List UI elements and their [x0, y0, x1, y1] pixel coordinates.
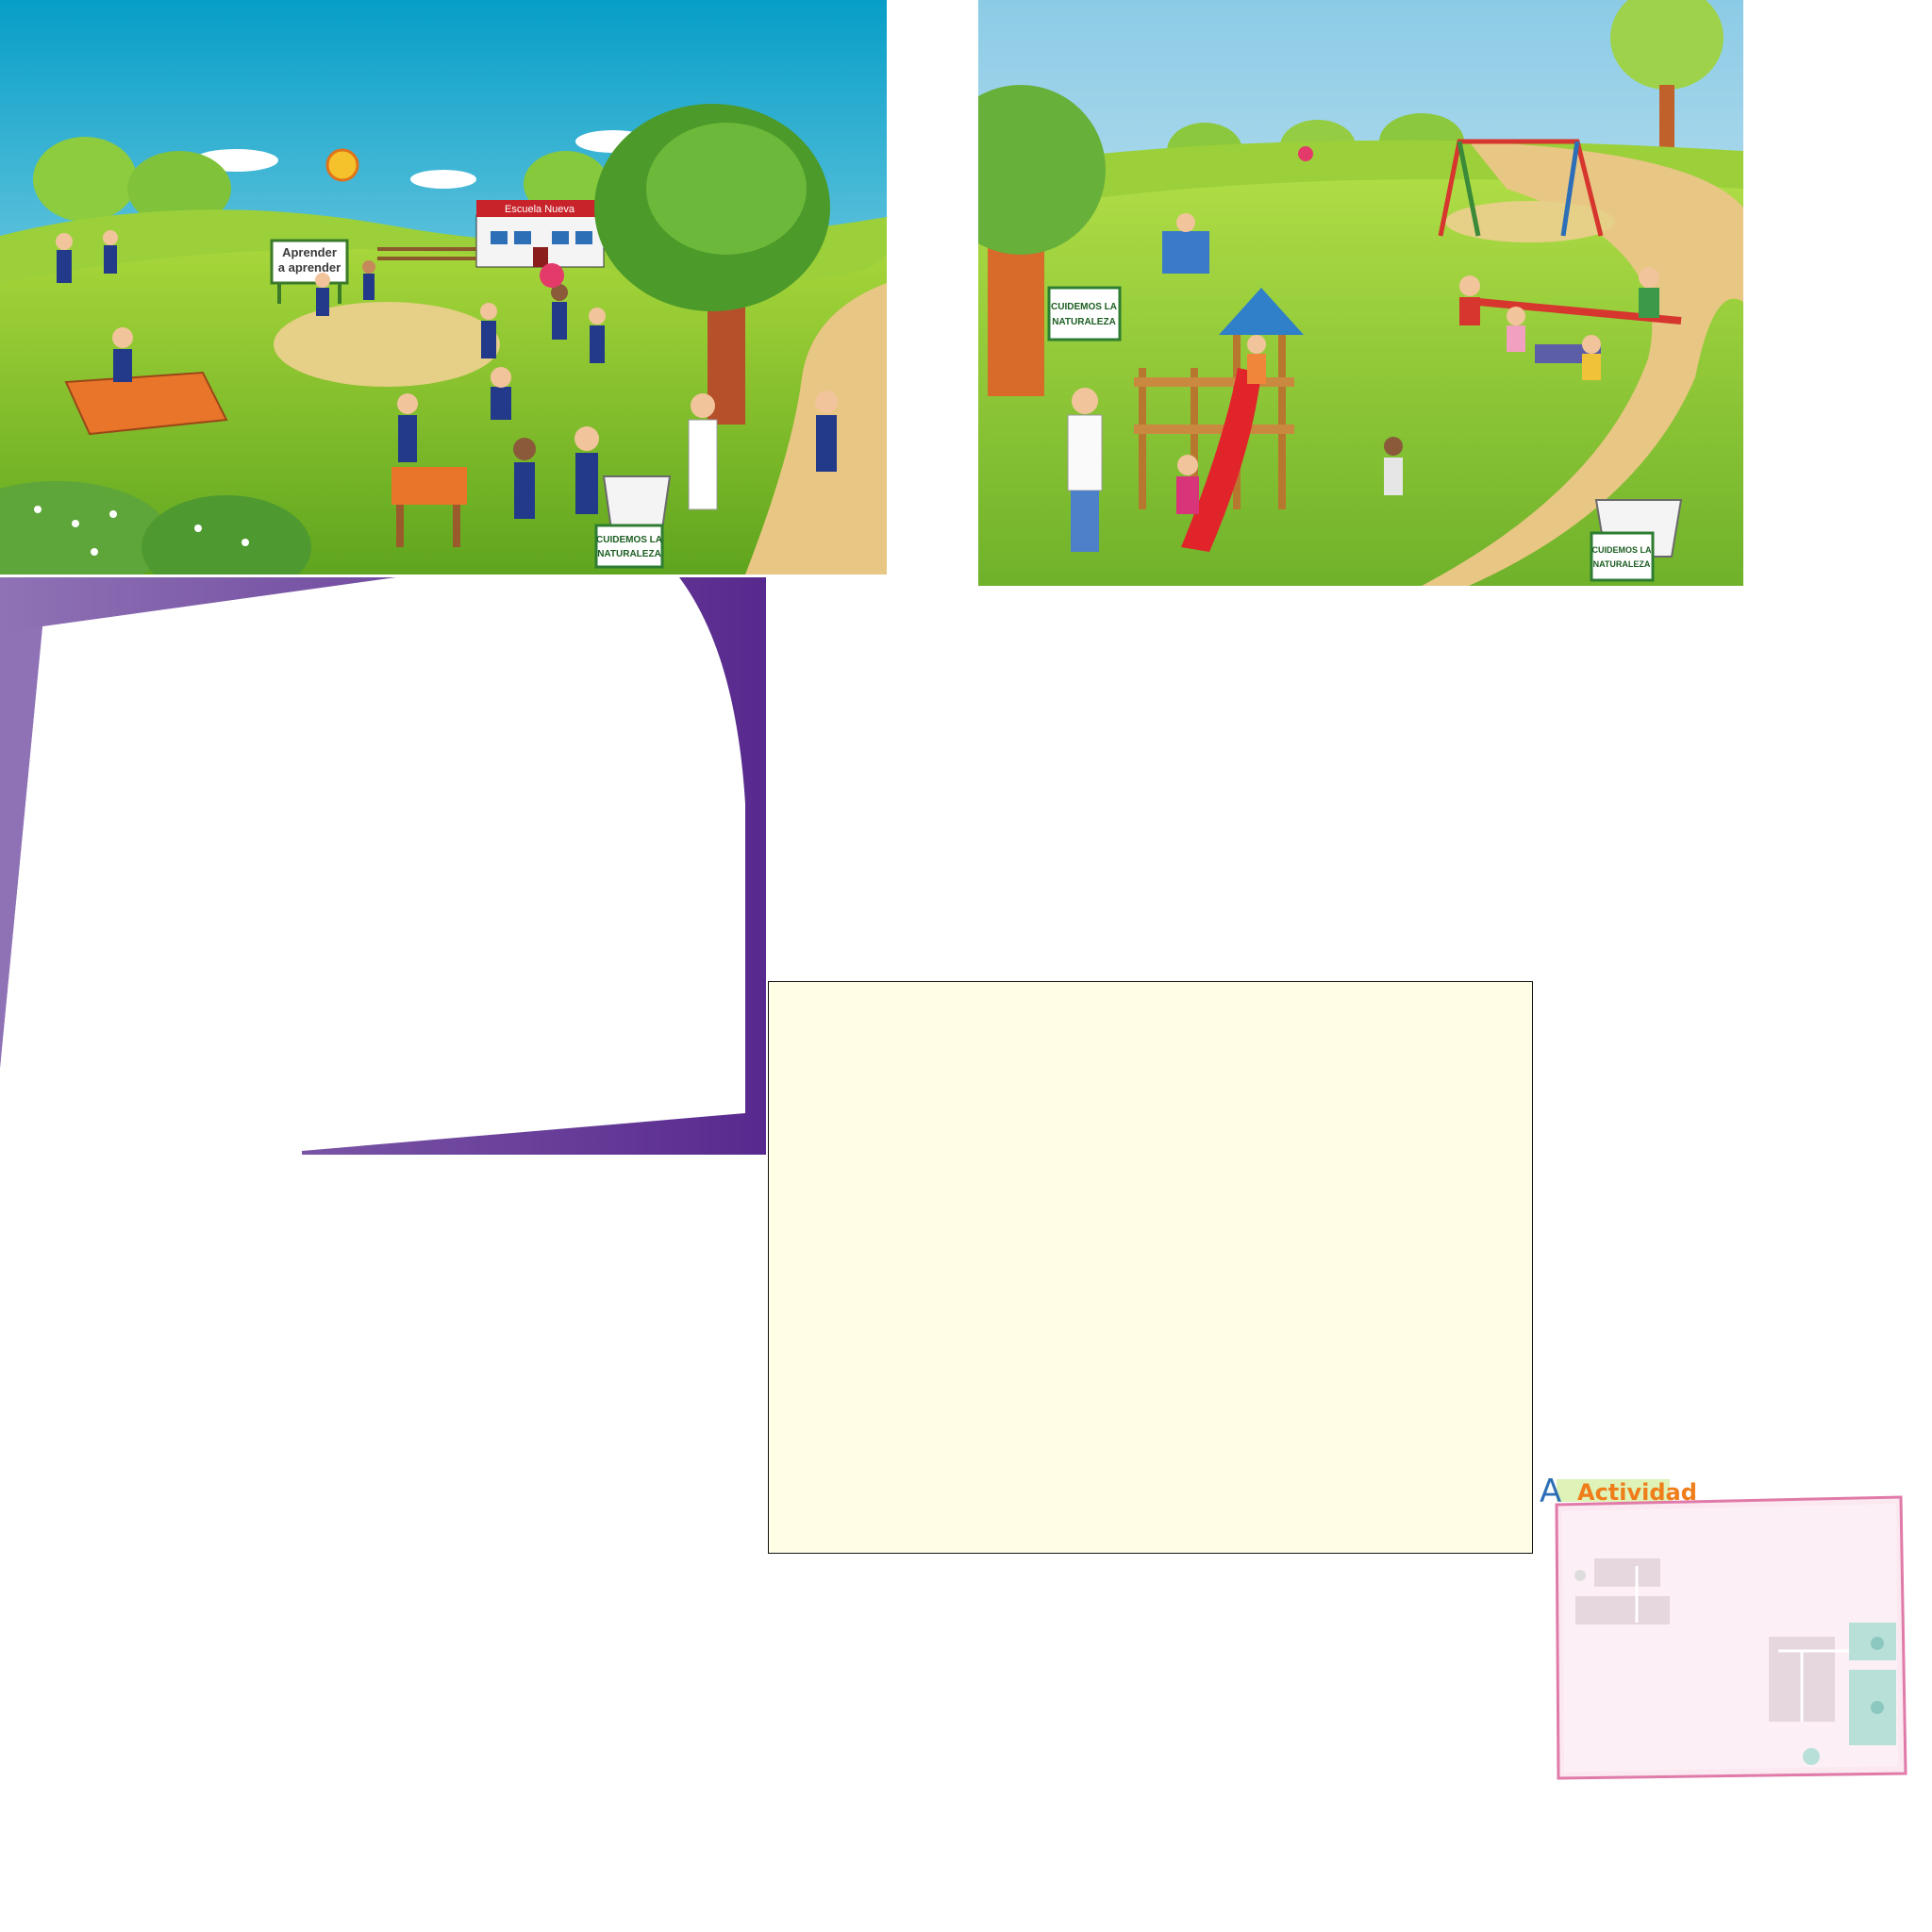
- school-yard-illustration: Escuela Nueva Aprender a aprender CUIDEM…: [0, 0, 887, 575]
- tree-sign-line1: CUIDEMOS LA: [1051, 302, 1117, 312]
- park-playground-illustration: CUIDEMOS LA NATURALEZA CUIDEMOS LA NATUR…: [978, 0, 1743, 586]
- sun-icon: [325, 148, 359, 182]
- activity-card: A Actividad: [1538, 1472, 1910, 1788]
- park-bin-sign-line2: NATURALEZA: [1593, 559, 1651, 569]
- purple-frame-graphic: [0, 577, 766, 1155]
- school-building-sign: Escuela Nueva: [505, 204, 575, 215]
- park-bin-sign-line1: CUIDEMOS LA: [1592, 545, 1653, 555]
- note-box: [768, 981, 1533, 1554]
- motto-sign-line1: Aprender: [282, 245, 337, 259]
- bin-sign-line2: NATURALEZA: [597, 549, 661, 559]
- tree-sign-line2: NATURALEZA: [1052, 317, 1116, 327]
- bin-sign-line1: CUIDEMOS LA: [596, 535, 662, 545]
- motto-sign-line2: a aprender: [278, 260, 341, 275]
